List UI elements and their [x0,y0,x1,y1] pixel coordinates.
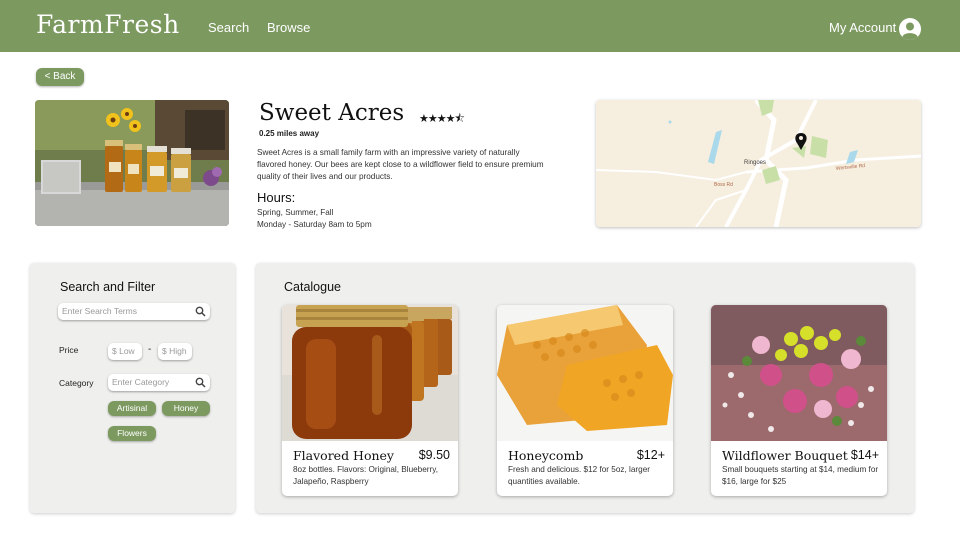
product-image [497,305,673,441]
nav-browse-link[interactable]: Browse [267,20,310,35]
hours-heading: Hours: [257,190,296,205]
price-label: Price [59,345,79,355]
search-terms-placeholder: Enter Search Terms [62,306,137,316]
map-town-label: Ringoes [744,160,766,166]
product-description: Fresh and delicious. $12 for 5oz, larger… [508,465,650,486]
product-image [711,305,887,441]
map-road-label-2: Boss Rd [714,182,733,188]
product-name: Wildflower Bouquet [722,448,848,463]
price-high-input[interactable]: $ High [158,343,192,360]
app-logo[interactable]: FarmFresh [36,10,180,39]
category-input[interactable]: Enter Category [108,374,210,391]
search-icon [195,306,206,317]
product-name: Honeycomb [508,448,584,463]
farm-name: Sweet Acres [259,100,405,126]
user-circle-icon[interactable] [899,18,921,40]
category-chip-artisinal[interactable]: Artisinal [108,401,156,416]
product-price: $9.50 [418,448,450,462]
product-card-flavored-honey[interactable]: Flavored Honey $9.50 8oz bottles. Flavor… [282,305,458,496]
price-separator: - [148,344,152,355]
farm-description: Sweet Acres is a small family farm with … [257,148,544,181]
category-chip-flowers[interactable]: Flowers [108,426,156,441]
hours-details: Spring, Summer, Fall Monday - Saturday 8… [257,207,372,231]
search-terms-input[interactable]: Enter Search Terms [58,303,210,320]
hours-times: Monday - Saturday 8am to 5pm [257,220,372,229]
top-nav-bar: FarmFresh Search Browse My Account [0,0,960,52]
product-card-honeycomb[interactable]: Honeycomb $12+ Fresh and delicious. $12 … [497,305,673,496]
product-description: 8oz bottles. Flavors: Original, Blueberr… [293,465,439,486]
product-description: Small bouquets starting at $14, medium f… [722,465,879,486]
farm-photo [35,100,229,226]
search-icon [195,377,206,388]
search-filter-panel: Search and Filter Enter Search Terms Pri… [30,263,235,513]
hours-days: Spring, Summer, Fall [257,208,334,217]
category-chip-honey[interactable]: Honey [162,401,210,416]
nav-search-link[interactable]: Search [208,20,249,35]
category-placeholder: Enter Category [112,377,170,387]
farm-distance: 0.25 miles away [259,129,320,138]
catalogue-title: Catalogue [284,280,341,294]
product-price: $12+ [636,448,665,462]
back-button[interactable]: < Back [36,68,84,86]
product-image [282,305,458,441]
product-name: Flavored Honey [293,448,394,463]
category-label: Category [59,378,94,388]
my-account-link[interactable]: My Account [829,20,896,35]
price-low-input[interactable]: $ Low [108,343,142,360]
product-price: $14+ [850,448,879,462]
search-filter-title: Search and Filter [60,280,156,294]
farm-location-map[interactable]: Ringoes Wertsville Rd Boss Rd [596,100,921,227]
rating-stars: ★★★★⯪ [419,113,465,125]
product-card-wildflower-bouquet[interactable]: Wildflower Bouquet $14+ Small bouquets s… [711,305,887,496]
